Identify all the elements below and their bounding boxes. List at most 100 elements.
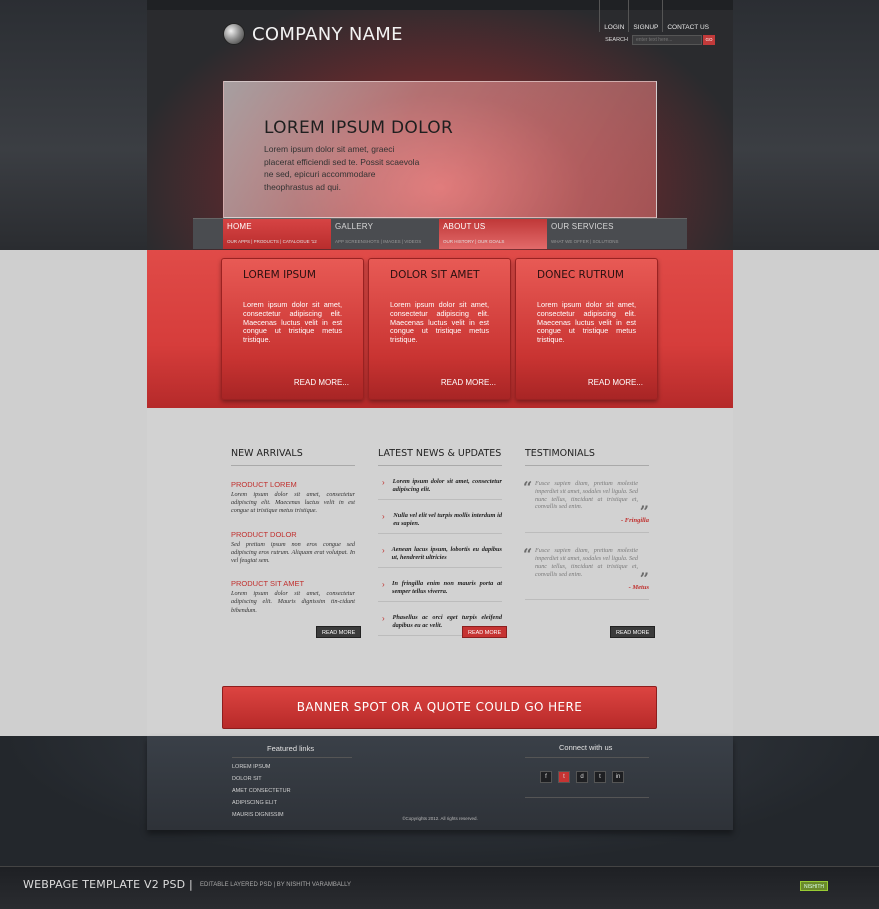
content-area: NEW ARRIVALS PRODUCT LOREM Lorem ipsum d… [147, 408, 733, 736]
page-container: COMPANY NAME LOGIN SIGNUP CONTACT US SEA… [147, 0, 733, 830]
feature-title: DONEC RUTRUM [537, 269, 624, 281]
footer-link[interactable]: DOLOR SIT [232, 776, 291, 782]
chevron-right-icon: › [382, 580, 385, 589]
logo[interactable]: COMPANY NAME [223, 23, 403, 45]
company-name: COMPANY NAME [252, 23, 403, 45]
author-badge[interactable]: NISHITH [800, 881, 828, 891]
search-go-button[interactable]: GO [703, 35, 715, 45]
nav-about[interactable]: ABOUT US OUR HISTORY | OUR GOALS [439, 219, 547, 249]
divider [525, 797, 649, 798]
testimonial-text: Fusce sapien diam, pretium molestie impe… [535, 547, 638, 578]
nav-gallery[interactable]: GALLERY APP SCREENSHOTS | IMAGES | VIDEO… [331, 219, 439, 249]
news-text: Nulla vel elit vel turpis mollis interdu… [393, 512, 502, 527]
product-text: Lorem ipsum dolor sit amet, consectetur … [231, 590, 355, 614]
feature-box: LOREM IPSUM Lorem ipsum dolor sit amet, … [221, 258, 364, 400]
nav-services[interactable]: OUR SERVICES WHAT WE OFFER | SOLUTIONS [547, 219, 655, 249]
divider [525, 757, 649, 758]
feature-text: Lorem ipsum dolor sit amet, consectetur … [243, 300, 342, 345]
feature-read-more[interactable]: READ MORE... [588, 378, 643, 387]
product-text: Lorem ipsum dolor sit amet, consectetur … [231, 491, 355, 515]
nav-gallery-sub: APP SCREENSHOTS | IMAGES | VIDEOS [335, 239, 422, 244]
search-input[interactable] [632, 35, 702, 45]
footer-link[interactable]: ADIPISCING ELIT [232, 800, 291, 806]
nav-services-label: OUR SERVICES [551, 222, 614, 231]
arrivals-read-more-button[interactable]: READ MORE [316, 626, 362, 638]
feature-title: LOREM IPSUM [243, 269, 316, 281]
news-title: LATEST NEWS & UPDATES [378, 448, 502, 466]
news-text: Aenean lacus ipsum, lobortis eu dapibus … [391, 546, 502, 561]
product-item: PRODUCT SIT AMET Lorem ipsum dolor sit a… [231, 579, 355, 615]
quote-close-icon: ” [639, 502, 649, 521]
nav-home-label: HOME [227, 222, 252, 231]
product-title[interactable]: PRODUCT SIT AMET [231, 579, 355, 588]
news-column: LATEST NEWS & UPDATES › Lorem ipsum dolor… [378, 448, 502, 636]
footer-link[interactable]: AMET CONSECTETUR [232, 788, 291, 794]
connect-title: Connect with us [559, 743, 613, 752]
testimonial: “ Fusce sapien diam, pretium molestie im… [523, 545, 649, 601]
product-title[interactable]: PRODUCT DOLOR [231, 530, 355, 539]
feature-box: DONEC RUTRUM Lorem ipsum dolor sit amet,… [515, 258, 658, 400]
featured-links-title: Featured links [267, 744, 315, 753]
chevron-right-icon: › [382, 512, 385, 521]
feature-text: Lorem ipsum dolor sit amet, consectetur … [537, 300, 636, 345]
new-arrivals-title: NEW ARRIVALS [231, 448, 355, 466]
nav-about-sub: OUR HISTORY | OUR GOALS [443, 239, 505, 244]
chevron-right-icon: › [382, 546, 385, 555]
news-text: In fringilla enim non mauris porta at se… [392, 580, 502, 595]
footer: Featured links LOREM IPSUM DOLOR SIT AME… [147, 736, 733, 830]
nav-home[interactable]: HOME OUR APPS | PRODUCTS | CATALOGUE '12 [223, 219, 331, 249]
signup-link[interactable]: SIGNUP [628, 0, 662, 32]
top-links: LOGIN SIGNUP CONTACT US [599, 0, 713, 32]
linkedin-icon[interactable]: in [612, 771, 624, 783]
template-subtitle: EDITABLE LAYERED PSD | BY NISHITH VARAMB… [200, 882, 352, 888]
news-text: Lorem ipsum dolor sit amet, consectetur … [392, 478, 502, 493]
footer-link[interactable]: LOREM IPSUM [232, 764, 291, 770]
news-read-more-button[interactable]: READ MORE [462, 626, 508, 638]
featured-links: LOREM IPSUM DOLOR SIT AMET CONSECTETUR A… [232, 764, 291, 824]
product-text: Sed pretium ipsum non eros congue sed ad… [231, 540, 355, 565]
tumblr-icon[interactable]: t [594, 771, 606, 783]
hero-text: Lorem ipsum dolor sit amet, graeci place… [264, 144, 420, 192]
testimonial-author: - Metus [628, 584, 649, 592]
testimonial-text: Fusce sapien diam, pretium molestie impe… [535, 480, 638, 511]
main-nav: HOME OUR APPS | PRODUCTS | CATALOGUE '12… [193, 218, 687, 249]
testimonials-read-more-button[interactable]: READ MORE [610, 626, 656, 638]
feature-read-more[interactable]: READ MORE... [441, 378, 496, 387]
news-item[interactable]: › Lorem ipsum dolor sit amet, consectetur… [378, 478, 502, 500]
testimonial-author: - Fringilla [621, 517, 649, 525]
quote-close-icon: ” [639, 569, 649, 589]
twitter-icon[interactable]: t [558, 771, 570, 783]
divider [232, 757, 352, 758]
new-arrivals-column: NEW ARRIVALS PRODUCT LOREM Lorem ipsum d… [231, 448, 355, 615]
testimonial: “ Fusce sapien diam, pretium molestie im… [523, 478, 649, 534]
banner[interactable]: BANNER SPOT OR A QUOTE COULD GO HERE [222, 686, 657, 729]
feature-read-more[interactable]: READ MORE... [294, 378, 349, 387]
login-link[interactable]: LOGIN [599, 0, 628, 32]
news-item[interactable]: › Aenean lacus ipsum, lobortis eu dapibus… [378, 546, 502, 568]
logo-icon [223, 23, 245, 45]
testimonials-title: TESTIMONIALS [525, 448, 649, 466]
news-item[interactable]: › Nulla vel elit vel turpis mollis interd… [378, 512, 502, 534]
social-icons: f t d t in [540, 771, 630, 783]
copyright: ©Copyrights 2012. All rights reserved. [402, 816, 478, 821]
chevron-right-icon: › [382, 478, 385, 487]
delicious-icon[interactable]: d [576, 771, 588, 783]
contact-link[interactable]: CONTACT US [662, 0, 713, 32]
news-item[interactable]: › In fringilla enim non mauris porta at s… [378, 580, 502, 602]
features-band: LOREM IPSUM Lorem ipsum dolor sit amet, … [147, 250, 733, 408]
search-bar: SEARCH GO [605, 35, 715, 45]
product-item: PRODUCT DOLOR Sed pretium ipsum non eros… [231, 530, 355, 566]
testimonials-column: TESTIMONIALS “ Fusce sapien diam, pretiu… [523, 448, 649, 601]
nav-home-sub: OUR APPS | PRODUCTS | CATALOGUE '12 [227, 239, 317, 244]
hero-title: LOREM IPSUM DOLOR [264, 118, 454, 138]
hero-panel: LOREM IPSUM DOLOR Lorem ipsum dolor sit … [223, 81, 657, 218]
nav-gallery-label: GALLERY [335, 222, 374, 231]
product-item: PRODUCT LOREM Lorem ipsum dolor sit amet… [231, 480, 355, 516]
search-label: SEARCH [605, 37, 628, 43]
feature-title: DOLOR SIT AMET [390, 269, 480, 281]
product-title[interactable]: PRODUCT LOREM [231, 480, 355, 489]
banner-text: BANNER SPOT OR A QUOTE COULD GO HERE [296, 700, 583, 714]
template-title: WEBPAGE TEMPLATE V2 PSD | [23, 878, 193, 891]
facebook-icon[interactable]: f [540, 771, 552, 783]
nav-about-label: ABOUT US [443, 222, 486, 231]
